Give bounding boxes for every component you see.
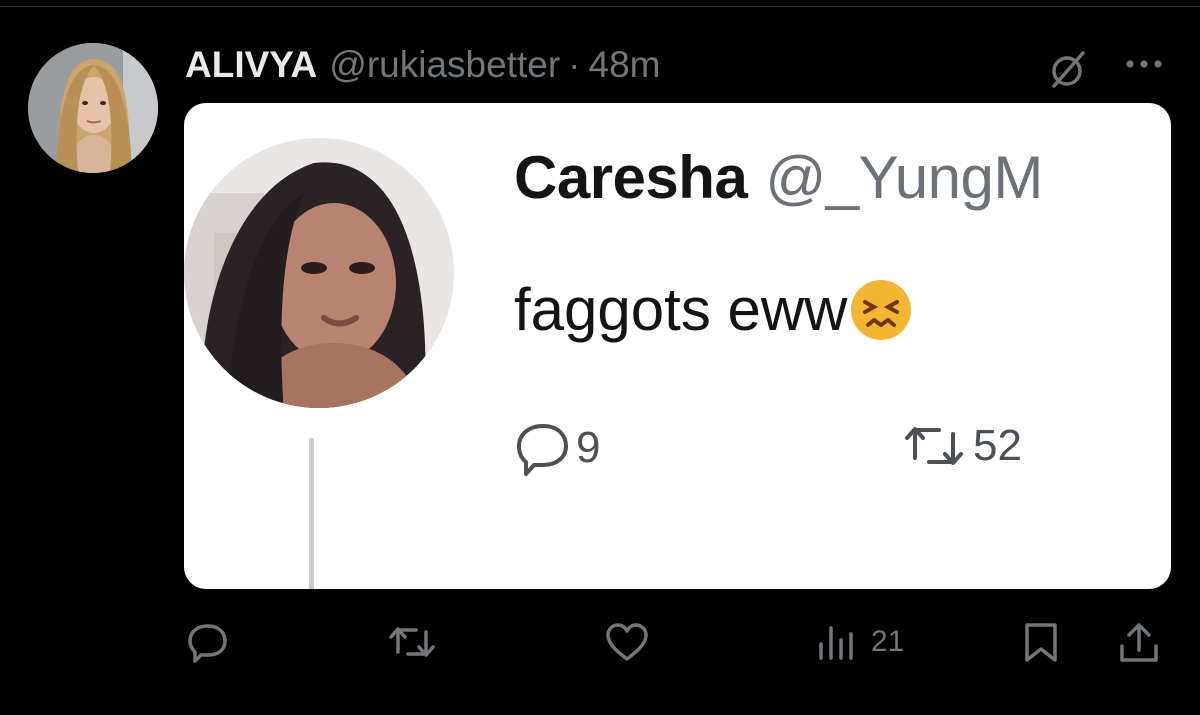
author-avatar[interactable] xyxy=(28,43,158,173)
confounded-face-emoji xyxy=(848,277,914,343)
tweet-header: ALIVYA @rukiasbetter · 48m xyxy=(185,40,660,90)
quoted-author: Caresha @_YungM xyxy=(514,143,1043,212)
reply-button[interactable] xyxy=(186,620,230,664)
quoted-text: faggots eww xyxy=(514,275,914,347)
like-button[interactable] xyxy=(603,620,651,664)
quoted-reply-count: 9 xyxy=(576,423,601,472)
quoted-avatar xyxy=(184,133,454,418)
author-handle[interactable]: @rukiasbetter xyxy=(329,44,560,86)
share-icon xyxy=(1120,623,1158,662)
retweet-button[interactable] xyxy=(386,620,438,664)
quoted-retweet-count: 52 xyxy=(973,421,1022,470)
attached-image[interactable]: Caresha @_YungM faggots eww 9 52 xyxy=(184,103,1171,589)
reply-icon xyxy=(517,424,568,476)
top-divider xyxy=(0,6,1200,7)
quoted-display-name: Caresha xyxy=(514,144,748,211)
grok-icon[interactable] xyxy=(1045,47,1089,91)
quoted-text-body: faggots eww xyxy=(514,276,848,343)
thread-line xyxy=(309,438,314,589)
views-icon xyxy=(819,626,853,660)
quoted-reply: 9 xyxy=(514,418,600,478)
quoted-handle: @_YungM xyxy=(765,144,1043,211)
author-display-name[interactable]: ALIVYA xyxy=(185,44,317,86)
separator-dot: · xyxy=(568,44,581,85)
retweet-icon xyxy=(905,427,963,465)
retweet-icon xyxy=(389,627,435,657)
bookmark-button[interactable] xyxy=(1021,620,1061,664)
tweet-action-bar: 21 xyxy=(0,612,1200,672)
more-icon[interactable] xyxy=(1122,56,1166,72)
like-icon xyxy=(606,623,648,661)
bookmark-icon xyxy=(1025,623,1057,662)
views-count: 21 xyxy=(871,625,905,658)
views-button[interactable]: 21 xyxy=(815,620,904,664)
share-button[interactable] xyxy=(1116,620,1162,666)
reply-icon xyxy=(188,624,227,663)
quoted-retweet: 52 xyxy=(899,418,1022,474)
tweet-timestamp[interactable]: 48m xyxy=(589,44,661,86)
